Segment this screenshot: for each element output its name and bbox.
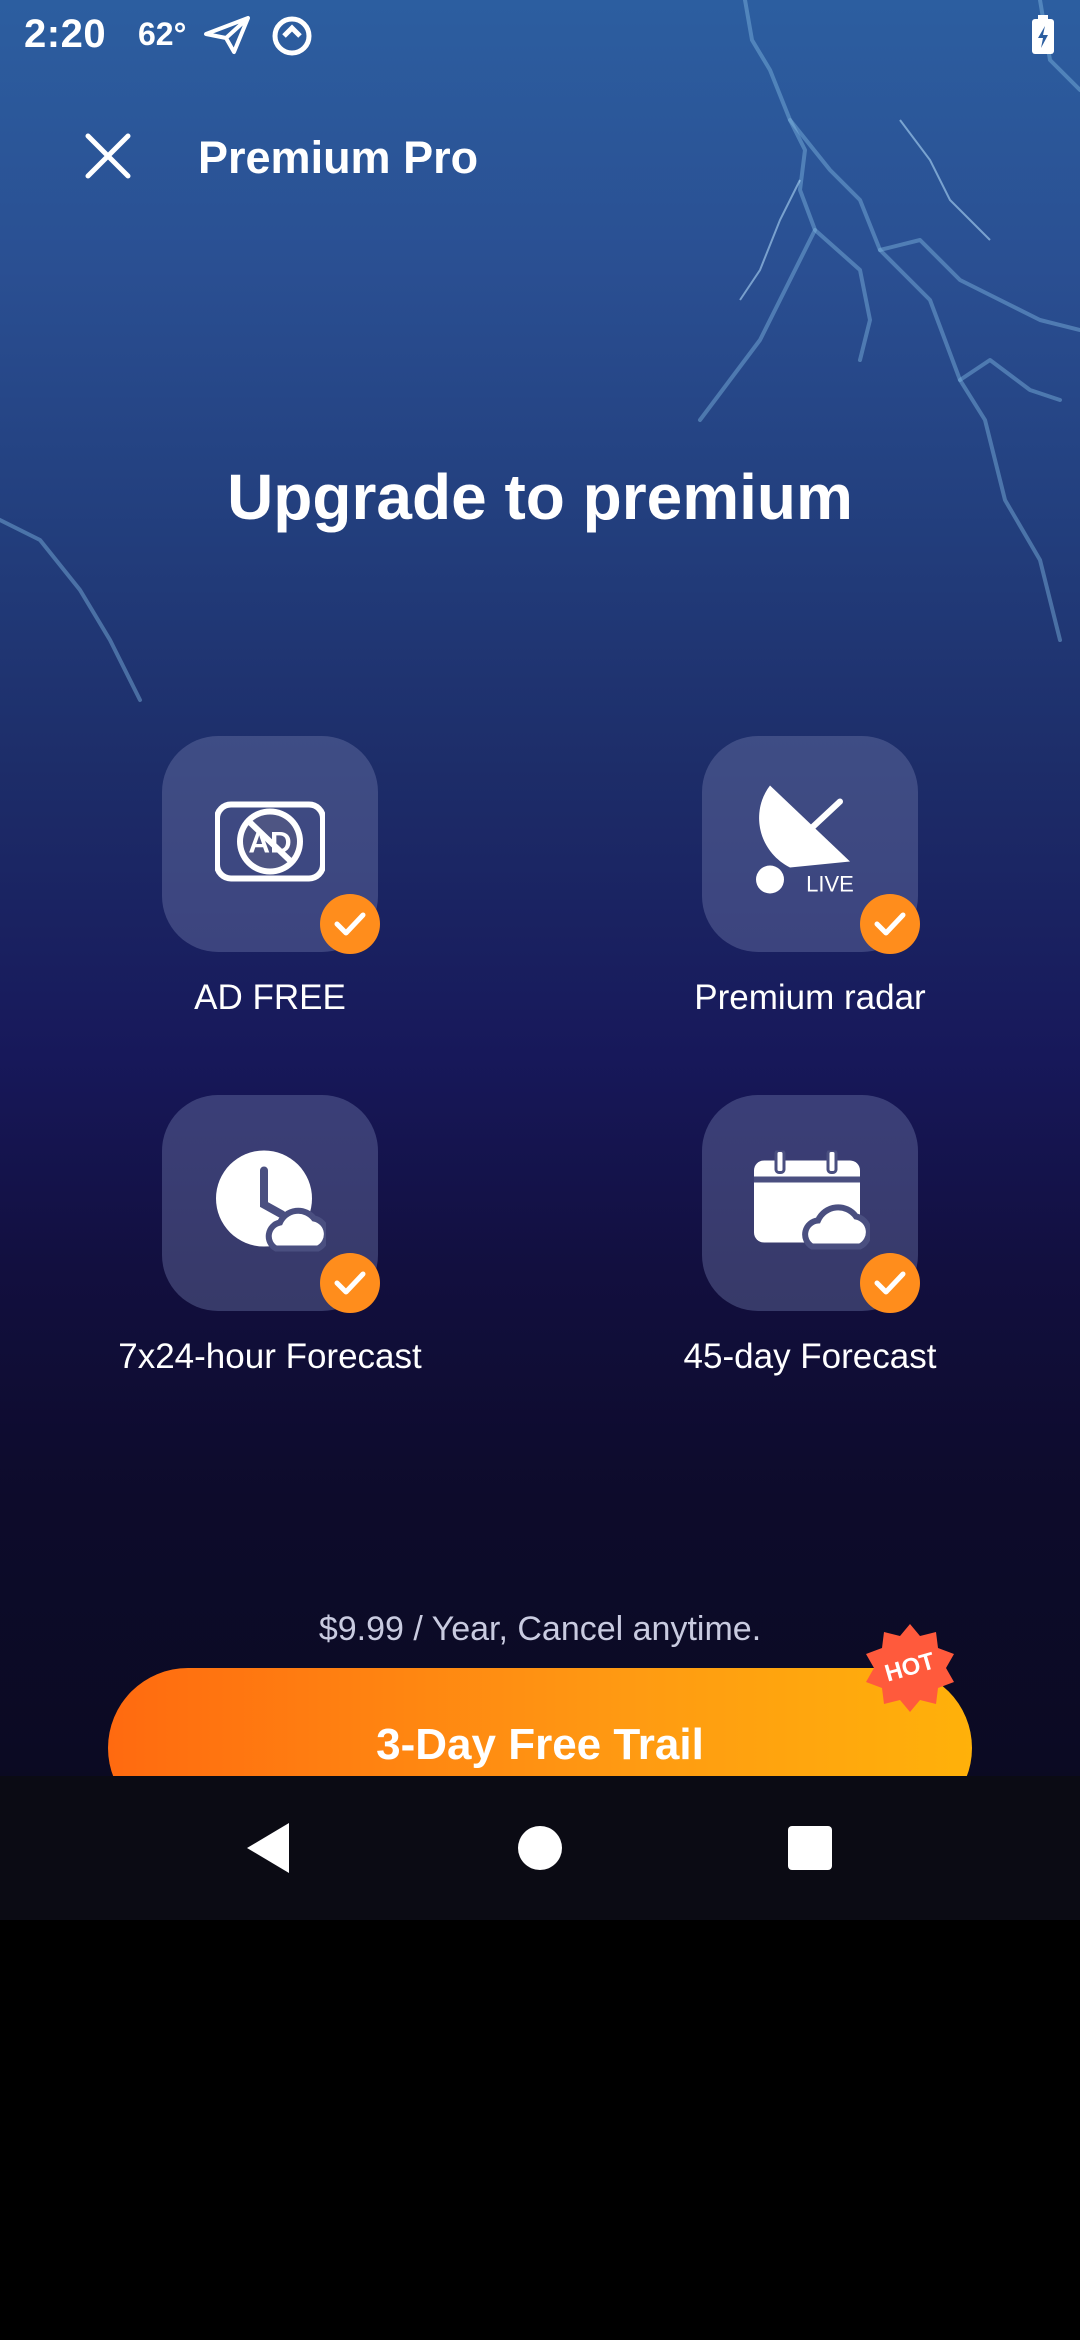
hero-title: Upgrade to premium — [227, 461, 853, 533]
calendar-cloud-icon — [750, 1149, 872, 1256]
feature-tile — [702, 1095, 920, 1313]
recents-square-icon — [788, 1826, 832, 1870]
radar-dish-icon: LIVE — [750, 782, 870, 907]
feature-tile: LIVE — [702, 736, 920, 954]
back-triangle-icon — [247, 1823, 289, 1873]
nav-back-button[interactable] — [238, 1818, 298, 1878]
check-icon — [860, 894, 920, 954]
feature-ad-free: AD AD FREE — [70, 736, 470, 1018]
check-icon — [320, 894, 380, 954]
close-button[interactable] — [72, 120, 144, 192]
premium-screen: 2:20 62° Premium Pro Upgrade to premium — [0, 0, 1080, 1920]
clock-cloud-icon — [214, 1149, 330, 1258]
live-badge-text: LIVE — [806, 872, 854, 897]
feature-tile: AD — [162, 736, 380, 954]
check-icon — [860, 1253, 920, 1313]
send-icon — [204, 14, 250, 61]
app-header: Premium Pro — [0, 110, 1080, 210]
home-circle-icon — [518, 1826, 562, 1870]
ad-free-icon: AD — [214, 797, 326, 892]
feature-label: Premium radar — [694, 978, 926, 1017]
battery-charging-icon — [1030, 14, 1056, 61]
free-trial-label: 3-Day Free Trail — [376, 1720, 704, 1769]
check-icon — [320, 1253, 380, 1313]
status-temperature: 62° — [138, 16, 187, 52]
nav-home-button[interactable] — [510, 1818, 570, 1878]
feature-label: 7x24-hour Forecast — [118, 1337, 422, 1376]
feature-premium-radar: LIVE Premium radar — [610, 736, 1010, 1018]
feature-tile — [162, 1095, 380, 1313]
feature-label: 45-day Forecast — [683, 1337, 937, 1376]
close-icon — [85, 133, 131, 179]
system-nav-bar — [0, 1776, 1080, 1920]
feature-label: AD FREE — [194, 978, 346, 1017]
feature-45-day-forecast: 45-day Forecast — [610, 1095, 1010, 1377]
circle-status-icon — [270, 14, 314, 63]
nav-recents-button[interactable] — [780, 1818, 840, 1878]
status-time: 2:20 — [24, 12, 107, 56]
hot-badge: HOT — [862, 1620, 958, 1716]
page-title: Premium Pro — [198, 132, 479, 183]
status-bar: 2:20 62° — [0, 0, 1080, 70]
feature-hourly-forecast: 7x24-hour Forecast — [70, 1095, 470, 1377]
